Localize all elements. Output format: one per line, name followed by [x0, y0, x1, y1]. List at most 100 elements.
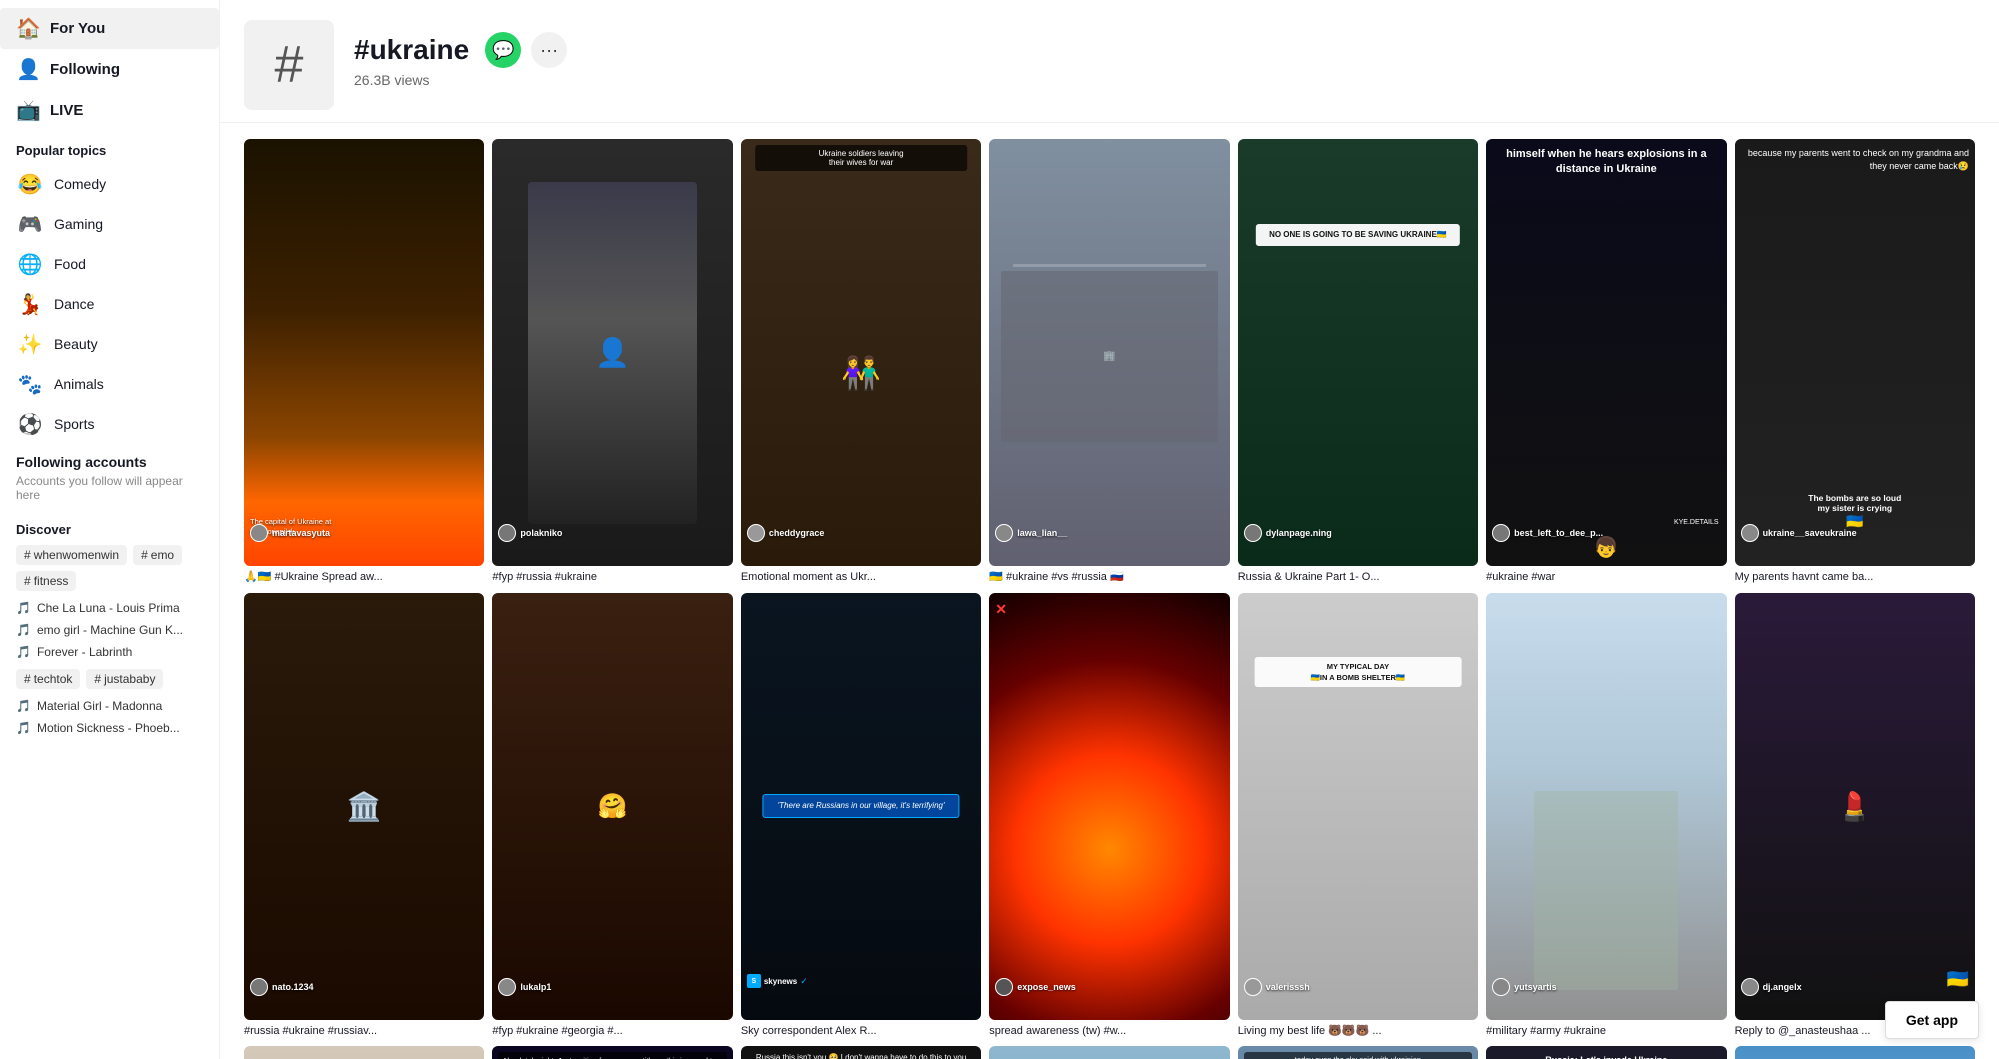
hashtag-icon: # [24, 548, 31, 562]
song-label-4: Material Girl - Madonna [37, 699, 162, 713]
video-card-3[interactable]: Ukraine soldiers leavingtheir wives for … [741, 139, 981, 585]
video-card-5[interactable]: NO ONE IS GOING TO BE SAVING UKRAINE🇺🇦 d… [1238, 139, 1478, 585]
topic-label-food: Food [54, 256, 86, 272]
username-13: yutsyartis [1492, 978, 1557, 996]
caption-11: spread awareness (tw) #w... [989, 1024, 1229, 1038]
video-card-9[interactable]: 🤗 lukalp1 #fyp #ukraine #georgia #... [492, 593, 732, 1039]
sidebar: 🏠 For You 👤 Following 📺 LIVE Popular top… [0, 0, 220, 1059]
whatsapp-button[interactable]: 💬 [485, 32, 521, 68]
caption-3: Emotional moment as Ukr... [741, 570, 981, 584]
username-9: lukalp1 [498, 978, 551, 996]
sidebar-label-for-you: For You [50, 20, 105, 37]
video-card-15[interactable]: 👶 🇷🇺 user [244, 1046, 484, 1059]
song-label-1: Che La Luna - Louis Prima [37, 601, 180, 615]
video-card-20[interactable]: Russia: Let's invade UkraineMe asf: user [1486, 1046, 1726, 1059]
song-5[interactable]: 🎵 Motion Sickness - Phoeb... [16, 719, 203, 737]
topic-label-gaming: Gaming [54, 216, 103, 232]
song-label-2: emo girl - Machine Gun K... [37, 623, 183, 637]
username-14: dj.angelx [1741, 978, 1802, 996]
topic-label-sports: Sports [54, 416, 94, 432]
song-4[interactable]: 🎵 Material Girl - Madonna [16, 697, 203, 715]
sidebar-item-animals[interactable]: 🐾 Animals [0, 364, 219, 404]
sidebar-label-following: Following [50, 61, 120, 78]
video-card-17[interactable]: Russia this isn't you 🥺 I don't wanna ha… [741, 1046, 981, 1059]
discover-section: Discover # whenwomenwin # emo # fitness … [0, 512, 219, 747]
tag-emo[interactable]: # emo [133, 545, 182, 565]
sidebar-item-for-you[interactable]: 🏠 For You [0, 8, 219, 49]
dance-icon: 💃 [16, 290, 44, 318]
video-card-2[interactable]: 👤 polakniko #fyp #russia #ukraine [492, 139, 732, 585]
sidebar-item-gaming[interactable]: 🎮 Gaming [0, 204, 219, 244]
video-card-1[interactable]: The capital of Ukraine atthe Borispilsk.… [244, 139, 484, 585]
discover-songs: 🎵 Che La Luna - Louis Prima 🎵 emo girl -… [16, 599, 203, 661]
comedy-icon: 😂 [16, 170, 44, 198]
topic-label-dance: Dance [54, 296, 94, 312]
sidebar-item-live[interactable]: 📺 LIVE [0, 90, 219, 131]
tag-whenwomenwin[interactable]: # whenwomenwin [16, 545, 127, 565]
tag-justababy[interactable]: # justababy [86, 669, 163, 689]
video-card-10[interactable]: 'There are Russians in our village, it's… [741, 593, 981, 1039]
tag-fitness[interactable]: # fitness [16, 571, 76, 591]
music-note-icon3: 🎵 [16, 645, 31, 659]
music-note-icon2: 🎵 [16, 623, 31, 637]
sidebar-item-following[interactable]: 👤 Following [0, 49, 219, 90]
hashtag-title: #ukraine [354, 34, 469, 66]
sidebar-item-comedy[interactable]: 😂 Comedy [0, 164, 219, 204]
video-card-6[interactable]: himself when he hears explosions in a di… [1486, 139, 1726, 585]
video-card-8[interactable]: 🏛️ nato.1234 #russia #ukraine #russiav..… [244, 593, 484, 1039]
video-card-12[interactable]: MY TYPICAL DAY🇺🇦IN A BOMB SHELTER🇺🇦 vale… [1238, 593, 1478, 1039]
video-card-19[interactable]: today even the sky said with ukrainian u… [1238, 1046, 1478, 1059]
caption-6: #ukraine #war [1486, 570, 1726, 584]
caption-5: Russia & Ukraine Part 1- O... [1238, 570, 1478, 584]
topic-label-beauty: Beauty [54, 336, 98, 352]
tag-techtok[interactable]: # techtok [16, 669, 80, 689]
hashtag-icon-box: # [244, 20, 334, 110]
more-icon: ··· [540, 40, 558, 61]
video-card-7[interactable]: because my parents went to check on my g… [1735, 139, 1975, 585]
live-icon: 📺 [16, 98, 40, 123]
music-note-icon4: 🎵 [16, 699, 31, 713]
discover-songs-2: 🎵 Material Girl - Madonna 🎵 Motion Sickn… [16, 697, 203, 737]
video-card-21[interactable]: ☁️ user [1735, 1046, 1975, 1059]
sidebar-label-live: LIVE [50, 102, 83, 119]
caption-12: Living my best life 🐻🐻🐻 ... [1238, 1024, 1478, 1038]
sports-icon: ⚽ [16, 410, 44, 438]
song-1[interactable]: 🎵 Che La Luna - Louis Prima [16, 599, 203, 617]
gaming-icon: 🎮 [16, 210, 44, 238]
song-3[interactable]: 🎵 Forever - Labrinth [16, 643, 203, 661]
video-card-14[interactable]: 💄 🇺🇦 dj.angelx Reply to @_anasteushaa ..… [1735, 593, 1975, 1039]
video-card-16[interactable]: Absolutely right. Just waiting for your … [492, 1046, 732, 1059]
sidebar-item-sports[interactable]: ⚽ Sports [0, 404, 219, 444]
more-options-button[interactable]: ··· [531, 32, 567, 68]
song-2[interactable]: 🎵 emo girl - Machine Gun K... [16, 621, 203, 639]
video-grid: The capital of Ukraine atthe Borispilsk.… [220, 123, 1999, 1059]
sidebar-item-dance[interactable]: 💃 Dance [0, 284, 219, 324]
username-3: cheddygrace [747, 524, 825, 542]
get-app-button[interactable]: Get app [1885, 1001, 1979, 1039]
topic-label-comedy: Comedy [54, 176, 106, 192]
following-icon: 👤 [16, 57, 40, 82]
username-5: dylanpage.ning [1244, 524, 1332, 542]
sidebar-item-food[interactable]: 🌐 Food [0, 244, 219, 284]
following-accounts-desc: Accounts you follow will appear here [16, 474, 203, 502]
hashtag-info: #ukraine 💬 ··· 26.3B views [354, 20, 1975, 88]
video-card-18[interactable]: user [989, 1046, 1229, 1059]
music-note-icon5: 🎵 [16, 721, 31, 735]
video-card-4[interactable]: 🏢 lawa_lian__ 🇺🇦 #ukraine #vs #russia 🇷🇺 [989, 139, 1229, 585]
following-accounts-section: Following accounts Accounts you follow w… [0, 444, 219, 512]
video-card-11[interactable]: ✕ expose_news spread awareness (tw) #w..… [989, 593, 1229, 1039]
discover-tags-2: # techtok # justababy [16, 669, 203, 689]
username-6: best_left_to_dee_p... [1492, 524, 1603, 542]
caption-9: #fyp #ukraine #georgia #... [492, 1024, 732, 1038]
discover-tags: # whenwomenwin # emo # fitness [16, 545, 203, 591]
username-12: valerisssh [1244, 978, 1310, 996]
username-4: lawa_lian__ [995, 524, 1067, 542]
sidebar-item-beauty[interactable]: ✨ Beauty [0, 324, 219, 364]
video-card-13[interactable]: yutsyartis #military #army #ukraine [1486, 593, 1726, 1039]
popular-topics-title: Popular topics [0, 131, 219, 164]
topic-label-animals: Animals [54, 376, 104, 392]
hashtag-icon2: # [141, 548, 148, 562]
hash-symbol: # [275, 35, 304, 95]
views-count: 26.3B views [354, 72, 1975, 88]
username-8: nato.1234 [250, 978, 314, 996]
